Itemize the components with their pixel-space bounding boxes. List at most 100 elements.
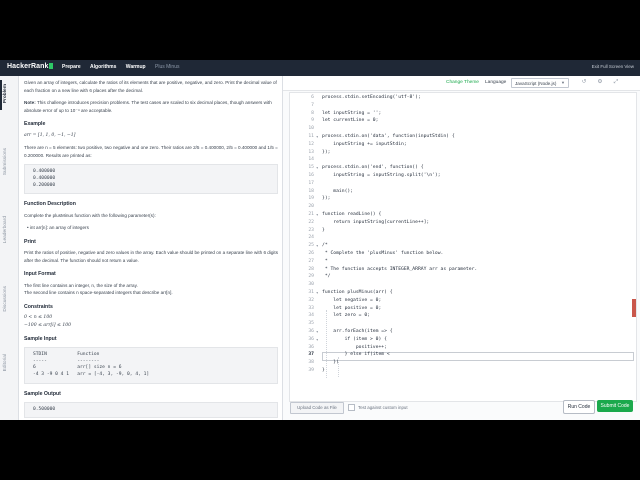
code-text: });: [322, 196, 331, 202]
tab-editorial[interactable]: Editorial: [3, 354, 15, 371]
code-line[interactable]: 16 inputString = inputString.split('\n')…: [290, 173, 636, 181]
code-text: }): [322, 360, 339, 366]
code-editor[interactable]: 6 process.stdin.setEncoding('utf-8'); 7 8 le…: [289, 92, 637, 402]
run-code-button[interactable]: Run Code: [563, 400, 595, 414]
change-theme-link[interactable]: Change Theme: [446, 80, 479, 85]
line-number: 10: [308, 126, 314, 132]
crumb-algorithms[interactable]: Algorithms: [90, 64, 116, 70]
code-line[interactable]: 25 ▾ /*: [290, 243, 636, 251]
code-line[interactable]: 24: [290, 235, 636, 243]
constraints-heading: Constraints: [24, 303, 53, 310]
tab-leaderboard[interactable]: Leaderboard: [3, 216, 15, 243]
sample-input-heading: Sample Input: [24, 336, 57, 343]
editor-toolbar: Change Theme Language JavaScript (Node.j…: [283, 76, 640, 91]
fold-arrow-icon[interactable]: ▾: [316, 329, 318, 334]
constraint-1: 0 < n ≤ 100: [24, 315, 53, 321]
custom-input-checkbox[interactable]: [348, 404, 355, 411]
language-select[interactable]: JavaScript (Node.js) ▼: [511, 78, 569, 88]
line-number: 9: [311, 118, 314, 124]
code-line[interactable]: 26 * Complete the 'plusMinus' function b…: [290, 251, 636, 259]
code-line[interactable]: 13});: [290, 150, 636, 158]
code-line[interactable]: 36 ▾ if (item > 0) {: [290, 337, 636, 345]
fold-arrow-icon[interactable]: ▾: [316, 337, 318, 342]
code-line[interactable]: 36 ▾ arr.forEach(item => {: [290, 329, 636, 337]
line-number: 33: [308, 305, 314, 311]
code-line[interactable]: 28 * The function accepts INTEGER_ARRAY …: [290, 267, 636, 275]
code-text: process.stdin.on('end', function() {: [322, 165, 424, 171]
logo-square-icon: [49, 63, 54, 69]
input-format-heading: Input Format: [24, 271, 56, 278]
line-number: 38: [308, 360, 314, 366]
code-line[interactable]: 39}: [290, 368, 636, 376]
code-text: return inputString[currentLine++];: [322, 219, 430, 225]
line-number: 6: [311, 95, 314, 100]
code-text: function plusMinus(arr) {: [322, 290, 393, 295]
code-line[interactable]: 34 let zero = 0;: [290, 313, 636, 321]
code-text: /*: [322, 243, 328, 249]
code-text: if (item > 0) {: [322, 336, 387, 342]
sample-output-box: 0.500000: [24, 401, 278, 419]
code-line[interactable]: 15 ▾ process.stdin.on('end', function() {: [290, 165, 636, 173]
code-line[interactable]: 12 inputString += inputStdin;: [290, 142, 636, 150]
code-line[interactable]: 10: [290, 126, 636, 134]
fold-arrow-icon[interactable]: ▾: [316, 165, 318, 170]
fold-arrow-icon[interactable]: ▾: [316, 290, 318, 295]
tab-problem[interactable]: Problem: [3, 84, 15, 103]
settings-gear-icon[interactable]: ⚙: [597, 79, 603, 85]
fold-arrow-icon[interactable]: ▾: [316, 212, 318, 217]
crumb-prepare[interactable]: Prepare: [62, 64, 81, 70]
code-line[interactable]: 17: [290, 181, 636, 189]
code-text: } else if(item <: [322, 352, 390, 358]
code-line[interactable]: 6 process.stdin.setEncoding('utf-8');: [290, 95, 636, 103]
hackerrank-logo[interactable]: HackerRank: [7, 63, 54, 70]
upload-code-button[interactable]: Upload Code as File: [290, 402, 344, 414]
line-number: 30: [308, 282, 314, 288]
code-line[interactable]: 20: [290, 204, 636, 212]
line-number: 21: [308, 212, 314, 217]
fold-arrow-icon[interactable]: ▾: [316, 134, 318, 139]
line-number: 24: [308, 235, 314, 241]
code-line[interactable]: 18 main();: [290, 189, 636, 197]
reset-icon[interactable]: ↺: [581, 79, 587, 85]
code-line[interactable]: 27 *: [290, 259, 636, 267]
code-line[interactable]: 31 ▾ function plusMinus(arr) {: [290, 290, 636, 298]
code-line[interactable]: 7: [290, 103, 636, 111]
crumb-warmup[interactable]: Warmup: [126, 64, 146, 70]
example-output-box: 0.400000 0.400000 0.200000: [24, 164, 278, 195]
function-param: • int arr[n]: an array of integers: [27, 225, 89, 231]
code-line[interactable]: 29 */: [290, 274, 636, 282]
code-line[interactable]: 9 let currentLine = 0;: [290, 118, 636, 126]
crumb-plus-minus: Plus Minus: [155, 64, 180, 70]
line-number: 28: [308, 266, 314, 272]
sample-output-heading: Sample Output: [24, 391, 61, 398]
line-number: 11: [308, 134, 314, 139]
fullscreen-icon[interactable]: ⤢: [613, 79, 619, 85]
line-number: 23: [308, 227, 314, 233]
code-line[interactable]: 38 }): [290, 360, 636, 368]
print-text: Print the ratios of positive, negative a…: [24, 250, 278, 263]
code-line[interactable]: 19});: [290, 196, 636, 204]
line-number: 26: [308, 251, 314, 256]
code-line[interactable]: 32 let negative = 0;: [290, 298, 636, 306]
code-line[interactable]: 23}: [290, 228, 636, 236]
code-line-current[interactable]: 37 } else if(item <: [290, 351, 636, 361]
code-text: let positive = 0;: [322, 305, 382, 311]
code-line[interactable]: 22 return inputString[currentLine++];: [290, 220, 636, 228]
line-number: 35: [308, 321, 314, 327]
problem-note: Note: This challenge introduces precisio…: [24, 99, 278, 114]
code-line[interactable]: 11 ▾ process.stdin.on('data', function(inp…: [290, 134, 636, 142]
tab-discussions[interactable]: Discussions: [3, 286, 15, 312]
code-line[interactable]: 30: [290, 282, 636, 290]
code-text: let currentLine = 0;: [322, 118, 379, 124]
fold-arrow-icon[interactable]: ▾: [316, 243, 318, 248]
function-description-text: Complete the plusMinus function with the…: [24, 212, 156, 218]
code-line[interactable]: 21 ▾ function readLine() {: [290, 212, 636, 220]
logo-text: HackerRank: [7, 63, 49, 70]
line-number: 15: [308, 165, 314, 171]
tab-submissions[interactable]: Submissions: [3, 148, 15, 175]
line-number: 25: [308, 243, 314, 249]
submit-code-button[interactable]: Submit Code: [597, 400, 633, 412]
code-line[interactable]: 35: [290, 321, 636, 329]
note-text: This challenge introduces precision prob…: [24, 100, 272, 113]
exit-fullscreen-link[interactable]: Exit Full Screen View: [592, 64, 634, 69]
